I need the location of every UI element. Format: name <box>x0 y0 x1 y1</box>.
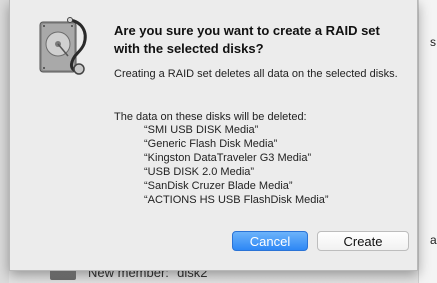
raid-confirmation-sheet: Are you sure you want to create a RAID s… <box>9 0 418 271</box>
list-item: “Generic Flash Disk Media” <box>144 138 278 150</box>
list-item: “Kingston DataTraveler G3 Media” <box>144 152 312 164</box>
dialog-title: Are you sure you want to create a RAID s… <box>114 23 380 56</box>
list-item: “SanDisk Cruzer Blade Media” <box>144 180 293 192</box>
background-sidebar-edge <box>0 0 9 283</box>
list-item: “ACTIONS HS USB FlashDisk Media” <box>144 194 329 206</box>
background-right-fragment: s <box>430 35 436 49</box>
disk-utility-icon <box>39 17 87 75</box>
disk-list: “SMI USB DISK Media” “Generic Flash Disk… <box>144 123 329 207</box>
list-item: “SMI USB DISK Media” <box>144 124 259 136</box>
list-item: “USB DISK 2.0 Media” <box>144 166 255 178</box>
dialog-message: Creating a RAID set deletes all data on … <box>114 68 398 80</box>
create-button[interactable]: Create <box>317 231 409 251</box>
cancel-button[interactable]: Cancel <box>232 231 308 251</box>
background-right-fragment: a <box>430 233 437 247</box>
disks-heading: The data on these disks will be deleted: <box>114 111 307 123</box>
